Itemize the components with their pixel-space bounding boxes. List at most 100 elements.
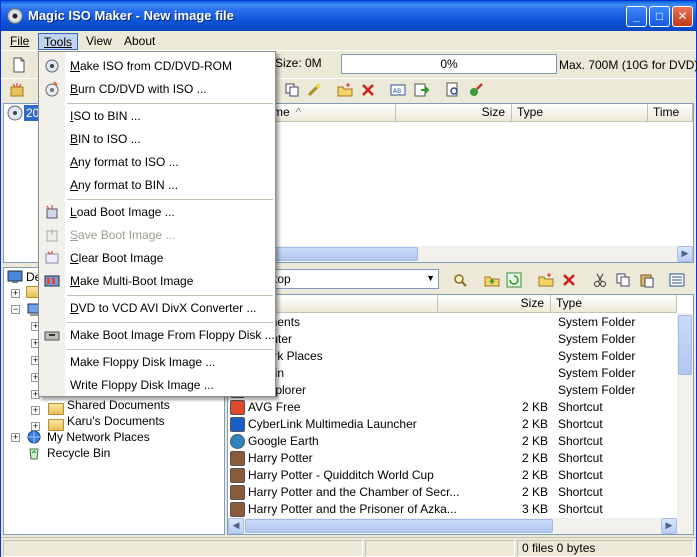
menu-item-label: Save Boot Image ... [70, 228, 176, 242]
local-file-list[interactable]: Size Type ocumentsSystem FolderomputerSy… [227, 294, 694, 535]
menu-item-clear-boot-image[interactable]: Clear Boot Image [39, 247, 275, 269]
app-disc-icon[interactable] [7, 8, 23, 24]
menu-item-make-floppy-disk-image[interactable]: Make Floppy Disk Image ... [39, 351, 275, 373]
tree-expander[interactable]: + [11, 433, 20, 442]
menu-item-label: Clear Boot Image [70, 251, 164, 265]
maximize-button[interactable]: □ [649, 6, 670, 27]
wand-icon[interactable] [306, 82, 322, 98]
scroll-left-button[interactable]: ◀ [228, 518, 244, 534]
tree-expander[interactable]: − [11, 305, 20, 314]
table-row[interactable]: CyberLink Multimedia Launcher 2 KB Shortcu… [228, 416, 688, 433]
file-name: Harry Potter and the Prisoner of Azka... [248, 502, 457, 516]
table-row[interactable]: Harry Potter and the Chamber of Secr... 2… [228, 484, 688, 501]
tree-item-shared-documents[interactable]: Shared Documents [67, 397, 170, 413]
menu-item-label: ISO to BIN ... [70, 109, 141, 123]
menu-item-bin-to-iso[interactable]: BIN to ISO ... [39, 128, 275, 150]
menu-file[interactable]: File [5, 33, 34, 50]
game-icon [230, 451, 245, 466]
table-row[interactable]: omputerSystem Folder [228, 331, 688, 348]
properties-icon[interactable] [445, 82, 461, 98]
new-folder-icon[interactable] [337, 82, 353, 98]
menu-item-label: Any format to BIN ... [70, 178, 179, 192]
tree-item-karus-documents[interactable]: Karu's Documents [67, 413, 165, 429]
find-icon[interactable] [452, 272, 468, 288]
vscroll-thumb[interactable] [678, 315, 692, 375]
column-size-header[interactable]: Size [438, 295, 551, 313]
column-type-header[interactable]: Type [551, 295, 677, 313]
file-type: Shortcut [558, 502, 603, 516]
menu-item-burn-cd-dvd-with-iso[interactable]: Burn CD/DVD with ISO ... [39, 78, 275, 100]
cyberlink-icon [230, 417, 245, 432]
rename-icon[interactable]: AB [390, 82, 406, 98]
table-row[interactable]: Google Earth 2 KB Shortcut [228, 433, 688, 450]
menu-item-label: DVD to VCD AVI DivX Converter ... [70, 301, 257, 315]
table-row[interactable]: cle BinSystem Folder [228, 365, 688, 382]
new-folder-icon[interactable] [538, 272, 554, 288]
column-size-header[interactable]: Size [396, 104, 512, 122]
table-row[interactable]: Harry Potter 2 KB Shortcut [228, 450, 688, 467]
copy-icon[interactable] [284, 82, 300, 98]
status-bar: 0 files 0 bytes [1, 537, 696, 557]
title-bar[interactable]: Magic ISO Maker - New image file _ □ ✕ [1, 1, 696, 31]
copy-icon[interactable] [615, 272, 631, 288]
file-type: System Folder [558, 332, 636, 346]
burn-disc-icon [45, 81, 59, 97]
paste-icon[interactable] [639, 272, 655, 288]
image-list-hscrollbar[interactable]: ▶ [228, 246, 693, 262]
menu-tools[interactable]: Tools [38, 33, 79, 50]
tools-menu: Make ISO from CD/DVD-ROM Burn CD/DVD with… [38, 51, 276, 397]
menu-about[interactable]: About [119, 33, 160, 50]
add-files-icon[interactable] [9, 82, 25, 98]
new-file-icon[interactable] [11, 57, 27, 73]
status-cell-left [3, 540, 363, 557]
tools-icon[interactable] [468, 82, 484, 98]
minimize-button[interactable]: _ [626, 6, 647, 27]
file-list-hscrollbar[interactable]: ◀ ▶ [228, 518, 693, 534]
file-list-hscroll-thumb[interactable] [245, 519, 553, 533]
menu-item-make-multi-boot-image[interactable]: Make Multi-Boot Image [39, 270, 275, 292]
up-folder-icon[interactable] [484, 272, 500, 288]
image-file-list[interactable]: me ^ Size Type Time ▶ [227, 103, 694, 263]
menu-item-label: BIN to ISO ... [70, 132, 141, 146]
tree-item-network-places[interactable]: My Network Places [47, 429, 150, 445]
table-row[interactable]: ocumentsSystem Folder [228, 314, 688, 331]
file-name: Harry Potter and the Chamber of Secr... [248, 485, 460, 499]
cut-icon[interactable] [592, 272, 608, 288]
menu-item-write-floppy-disk-image[interactable]: Write Floppy Disk Image ... [39, 374, 275, 396]
menu-item-make-boot-image-from-floppy-disk[interactable]: Make Boot Image From Floppy Disk ... [39, 324, 275, 346]
menu-view[interactable]: View [81, 33, 117, 50]
menu-separator [67, 103, 273, 104]
chevron-down-icon[interactable]: ▼ [426, 273, 435, 283]
delete-icon[interactable] [360, 82, 376, 98]
menu-item-any-format-to-iso[interactable]: Any format to ISO ... [39, 151, 275, 173]
table-row[interactable]: etwork Places System Folder [228, 348, 688, 365]
tree-expander[interactable]: + [31, 406, 40, 415]
app-window: Magic ISO Maker - New image file _ □ ✕ F… [0, 0, 697, 557]
table-row[interactable]: AVG Free 2 KB Shortcut [228, 399, 688, 416]
globe-icon [230, 434, 245, 449]
menu-item-make-iso-from-cd-dvd-rom[interactable]: Make ISO from CD/DVD-ROM [39, 55, 275, 77]
scroll-right-button[interactable]: ▶ [661, 518, 677, 534]
table-row[interactable]: Harry Potter - Quidditch World Cup 2 KB Sh… [228, 467, 688, 484]
column-type-header[interactable]: Type [512, 104, 648, 122]
scroll-right-button[interactable]: ▶ [677, 246, 693, 262]
menu-item-dvd-to-vcd-avi-divx-converter[interactable]: DVD to VCD AVI DivX Converter ... [39, 297, 275, 319]
file-name: CyberLink Multimedia Launcher [248, 417, 417, 431]
refresh-icon[interactable] [506, 272, 522, 288]
view-details-icon[interactable] [669, 272, 685, 288]
table-row[interactable]: Harry Potter and the Prisoner of Azka...… [228, 501, 688, 518]
load-boot-icon [46, 205, 58, 219]
delete-icon[interactable] [561, 272, 577, 288]
close-button[interactable]: ✕ [672, 6, 693, 27]
status-file-count: 0 files 0 bytes [517, 540, 694, 557]
file-list-vscrollbar[interactable] [677, 313, 693, 518]
tree-expander[interactable]: + [11, 289, 20, 298]
menu-item-load-boot-image[interactable]: Load Boot Image ... [39, 201, 275, 223]
table-row[interactable]: et Explorer System Folder [228, 382, 688, 399]
file-type: Shortcut [558, 451, 603, 465]
menu-item-any-format-to-bin[interactable]: Any format to BIN ... [39, 174, 275, 196]
extract-icon[interactable] [414, 82, 430, 98]
column-time-header[interactable]: Time [648, 104, 693, 122]
tree-item-recycle-bin[interactable]: Recycle Bin [47, 445, 110, 461]
menu-item-iso-to-bin[interactable]: ISO to BIN ... [39, 105, 275, 127]
